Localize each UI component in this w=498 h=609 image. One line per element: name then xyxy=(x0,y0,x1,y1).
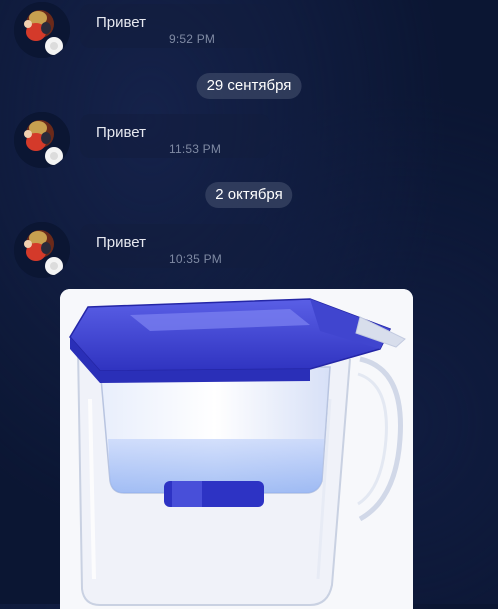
message-time: 9:52 PM xyxy=(169,32,216,46)
message-text: Привет xyxy=(96,124,147,141)
message-row[interactable]: Привет 10:35 PM xyxy=(14,222,484,284)
avatar-icon xyxy=(14,2,70,58)
date-separator: 29 сентября xyxy=(196,73,302,99)
message-text: Привет xyxy=(96,234,147,251)
water-filter-pitcher-photo xyxy=(60,289,413,609)
message-time: 10:35 PM xyxy=(169,252,222,266)
message-time: 11:53 PM xyxy=(169,142,222,156)
message-text: Привет xyxy=(96,14,147,31)
avatar[interactable] xyxy=(14,2,70,58)
avatar-icon xyxy=(14,112,70,168)
message-row[interactable]: Привет 11:53 PM xyxy=(14,112,484,174)
photo-message[interactable] xyxy=(60,289,413,609)
avatar[interactable] xyxy=(14,112,70,168)
message-row[interactable]: Привет 9:52 PM xyxy=(14,2,484,64)
avatar-icon xyxy=(14,222,70,278)
date-separator: 2 октября xyxy=(205,182,293,208)
avatar[interactable] xyxy=(14,222,70,278)
chat-view: Привет 9:52 PM 29 сентября Привет 11:53 … xyxy=(0,0,498,609)
